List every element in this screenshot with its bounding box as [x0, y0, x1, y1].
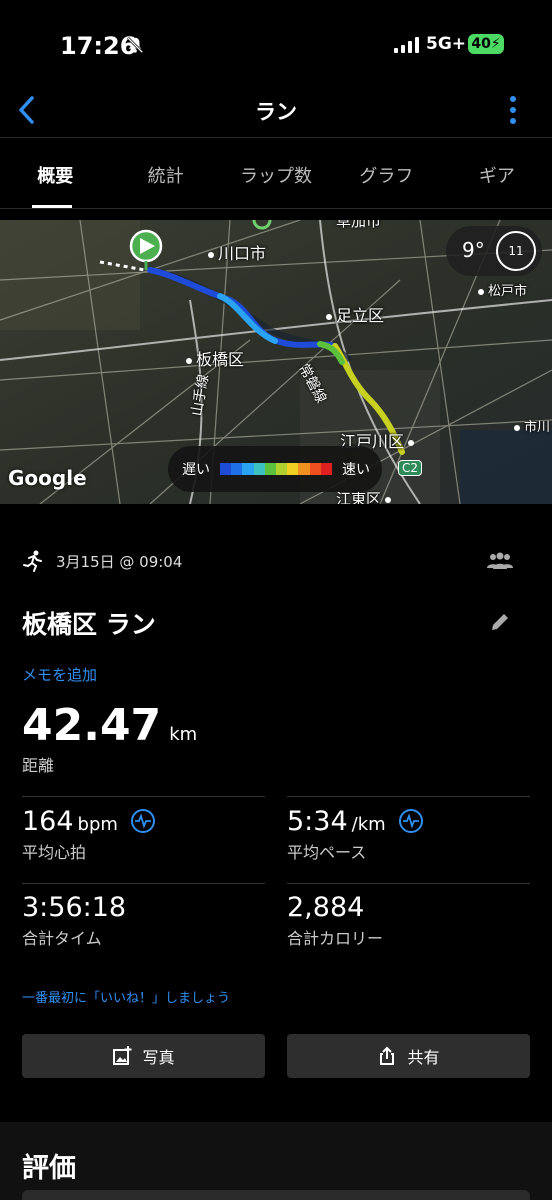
tab-laps[interactable]: ラップ数 — [221, 139, 331, 208]
map-label-kawaguchi: 川口市 — [208, 240, 266, 264]
nav-header: ラン — [0, 88, 552, 138]
stat-avg-hr: 164 bpm 平均心拍 — [22, 806, 156, 863]
distance-number: 42.47 — [22, 700, 162, 751]
weather-clock-value: 11 — [508, 244, 524, 258]
legend-swatch — [231, 463, 243, 475]
divider — [22, 796, 265, 797]
photo-button-label: 写真 — [142, 1048, 175, 1067]
avg-pace-label: 平均ペース — [287, 843, 367, 862]
map-label-soka: 草加市 — [336, 220, 382, 230]
avg-pace-value: 5:34 — [287, 806, 348, 837]
legend-color-bar — [220, 463, 333, 475]
map-label-adachi: 足立区 — [326, 302, 384, 326]
avg-hr-value: 164 — [22, 806, 74, 837]
total-cal-value: 2,884 — [287, 892, 365, 923]
legend-slow-label: 遅い — [182, 462, 210, 478]
pace-legend: 遅い 速い — [168, 446, 382, 492]
total-time-label: 合計タイム — [22, 929, 102, 948]
distance-label: 距離 — [22, 756, 55, 775]
add-photo-icon — [113, 1046, 132, 1065]
legend-swatch — [320, 463, 333, 475]
distance-value: 42.47 km — [22, 700, 197, 751]
legend-swatch — [276, 463, 288, 475]
tab-graph[interactable]: グラフ — [331, 139, 441, 208]
stat-total-cal: 2,884 合計カロリー — [287, 892, 383, 949]
legend-fast-label: 速い — [342, 462, 370, 478]
avg-hr-unit: bpm — [77, 814, 118, 835]
rating-title: 評価 — [22, 1153, 76, 1184]
map-label-matsudo: 松戸市 — [478, 280, 527, 299]
map-label-c2: C2 — [398, 460, 423, 476]
legend-swatch — [309, 463, 321, 475]
like-prompt-link[interactable]: 一番最初に「いいね！」しましょう — [22, 987, 230, 1006]
weather-badge: 9° 11 — [446, 226, 542, 276]
clock-icon: 11 — [496, 231, 536, 271]
pencil-icon[interactable] — [488, 610, 512, 634]
network-type: 5G+ — [426, 34, 467, 54]
photo-button[interactable]: 写真 — [22, 1034, 265, 1078]
status-bar: 17:26 5G+ 40 ⚡ — [0, 0, 552, 88]
avg-pace-unit: /km — [351, 814, 386, 835]
rating-section — [0, 1122, 552, 1200]
group-icon[interactable] — [486, 552, 514, 570]
legend-swatch — [242, 463, 254, 475]
share-button[interactable]: 共有 — [287, 1034, 530, 1078]
pulse-icon[interactable] — [398, 809, 423, 833]
rating-card[interactable] — [22, 1190, 530, 1200]
battery-icon: 40 ⚡ — [468, 34, 504, 54]
running-icon — [23, 550, 42, 572]
map-label-ichikawa: 市川 — [514, 416, 550, 435]
share-button-label: 共有 — [407, 1048, 440, 1067]
tab-bar: 概要 統計 ラップ数 グラフ ギア — [0, 139, 552, 209]
tab-overview[interactable]: 概要 — [0, 139, 110, 208]
pulse-icon[interactable] — [131, 809, 156, 833]
stat-avg-pace: 5:34/km 平均ペース — [287, 806, 423, 863]
avg-hr-label: 平均心拍 — [22, 843, 87, 862]
tab-stats[interactable]: 統計 — [110, 139, 220, 208]
total-time-value: 3:56:18 — [22, 892, 127, 923]
signal-icon — [394, 37, 419, 53]
tab-gear[interactable]: ギア — [442, 139, 552, 208]
legend-swatch — [253, 463, 265, 475]
share-icon — [380, 1046, 395, 1065]
google-logo: Google — [8, 466, 87, 490]
battery-level: 40 — [471, 36, 491, 52]
bell-muted-icon — [126, 36, 144, 54]
weather-temp: 9° — [462, 238, 485, 262]
status-time: 17:26 — [60, 32, 137, 60]
stat-total-time: 3:56:18 合計タイム — [22, 892, 126, 949]
legend-swatch — [298, 463, 310, 475]
page-title: ラン — [255, 100, 297, 124]
activity-title: 板橋区 ラン — [22, 610, 156, 639]
legend-swatch — [264, 463, 277, 475]
divider — [287, 796, 530, 797]
legend-swatch — [287, 463, 299, 475]
total-cal-label: 合計カロリー — [287, 929, 384, 948]
map-label-itabashi: 板橋区 — [186, 346, 244, 370]
activity-date: 3月15日 @ 09:04 — [56, 553, 183, 571]
divider — [22, 883, 265, 884]
divider — [287, 883, 530, 884]
legend-swatch — [220, 463, 232, 475]
distance-unit: km — [169, 724, 198, 745]
add-memo-link[interactable]: メモを追加 — [22, 664, 97, 685]
vertical-dots-icon[interactable] — [506, 94, 520, 126]
